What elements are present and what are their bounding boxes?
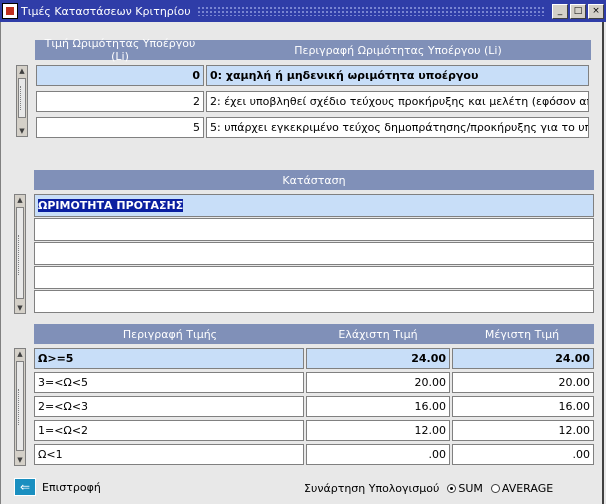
radio-average-circle-icon[interactable] (490, 484, 500, 493)
scroll-down-icon[interactable]: ▼ (15, 303, 25, 313)
value-max-cell[interactable]: 24.00 (452, 348, 594, 369)
value-min-cell[interactable]: 24.00 (306, 348, 450, 369)
back-button-label: Επιστροφή (42, 480, 101, 494)
radio-sum[interactable]: SUM (447, 482, 483, 495)
maximize-button[interactable]: □ (570, 3, 586, 19)
level-value-cell[interactable]: 0 (36, 65, 204, 86)
value-min-cell[interactable]: .00 (306, 444, 450, 465)
radio-sum-circle-icon[interactable] (447, 484, 457, 493)
value-max-cell[interactable]: 20.00 (452, 372, 594, 393)
scroll-grip-icon (18, 389, 21, 425)
state-row[interactable] (34, 242, 594, 265)
scroll-grip-icon (20, 86, 23, 110)
scroll-down-icon[interactable]: ▼ (17, 126, 27, 136)
state-row[interactable] (34, 218, 594, 241)
value-description-cell[interactable]: 2=<Ω<3 (34, 396, 304, 417)
values-header-max: Μέγιστη Τιμή (484, 327, 560, 341)
level-value-cell[interactable]: 5 (36, 117, 204, 138)
level-value-cell[interactable]: 2 (36, 91, 204, 112)
value-min-cell[interactable]: 16.00 (306, 396, 450, 417)
window-title: Τιμές Καταστάσεων Κριτηρίου (21, 4, 191, 18)
levels-header-description: Περιγραφή Ωριμότητας Υποέργου (Li) (294, 43, 502, 57)
scroll-up-icon[interactable]: ▲ (15, 195, 25, 205)
value-max-cell[interactable]: .00 (452, 444, 594, 465)
value-description-cell[interactable]: Ω>=5 (34, 348, 304, 369)
value-description-cell[interactable]: 1=<Ω<2 (34, 420, 304, 441)
calc-function-group: Συνάρτηση Υπολογισμού SUM AVERAGE (304, 482, 553, 495)
back-button[interactable]: ⇐ Επιστροφή (14, 478, 101, 496)
state-row[interactable] (34, 290, 594, 313)
scroll-up-icon[interactable]: ▲ (17, 66, 27, 76)
value-max-cell[interactable]: 16.00 (452, 396, 594, 417)
state-row[interactable]: ΩΡΙΜΟΤΗΤΑ ΠΡΟΤΑΣΗΣ (34, 194, 594, 217)
state-header-label: Κατάσταση (282, 173, 346, 187)
window-title-bar[interactable]: Τιμές Καταστάσεων Κριτηρίου _ □ × (0, 0, 606, 22)
value-min-cell[interactable]: 20.00 (306, 372, 450, 393)
values-scrollbar[interactable]: ▲ ▼ (14, 348, 26, 466)
value-min-cell[interactable]: 12.00 (306, 420, 450, 441)
level-description-cell[interactable]: 5: υπάρχει εγκεκριμένο τεύχος δημοπράτησ… (206, 117, 589, 138)
value-description-cell[interactable]: 3=<Ω<5 (34, 372, 304, 393)
radio-average[interactable]: AVERAGE (490, 482, 554, 495)
values-header-description: Περιγραφή Τιμής (122, 327, 218, 341)
value-max-cell[interactable]: 12.00 (452, 420, 594, 441)
state-row-label: ΩΡΙΜΟΤΗΤΑ ΠΡΟΤΑΣΗΣ (38, 199, 184, 212)
radio-sum-label: SUM (458, 482, 483, 495)
values-table-header: Περιγραφή Τιμής Ελάχιστη Τιμή Μέγιστη Τι… (34, 324, 594, 344)
state-table-header: Κατάσταση (34, 170, 594, 190)
scroll-down-icon[interactable]: ▼ (15, 455, 25, 465)
close-button[interactable]: × (588, 3, 604, 19)
levels-table-header: Τιμή Ωριμότητας Υποέργου (Li) Περιγραφή … (35, 37, 591, 63)
minimize-button[interactable]: _ (552, 3, 568, 19)
levels-header-value: Τιμή Ωριμότητας Υποέργου (Li) (44, 37, 196, 63)
level-description-cell[interactable]: 2: έχει υποβληθεί σχέδιο τεύχους προκήρυ… (206, 91, 589, 112)
scroll-grip-icon (18, 235, 21, 275)
app-icon (2, 3, 18, 19)
calc-function-label: Συνάρτηση Υπολογισμού (304, 482, 440, 495)
title-bar-pattern (196, 6, 546, 16)
radio-average-label: AVERAGE (501, 482, 554, 495)
level-description-cell[interactable]: 0: χαμηλή ή μηδενική ωριμότητα υποέργου (206, 65, 589, 86)
state-row[interactable] (34, 266, 594, 289)
back-arrow-icon: ⇐ (14, 478, 36, 496)
scroll-up-icon[interactable]: ▲ (15, 349, 25, 359)
values-header-min: Ελάχιστη Τιμή (338, 327, 418, 341)
levels-scrollbar[interactable]: ▲ ▼ (16, 65, 28, 137)
value-description-cell[interactable]: Ω<1 (34, 444, 304, 465)
state-scrollbar[interactable]: ▲ ▼ (14, 194, 26, 314)
